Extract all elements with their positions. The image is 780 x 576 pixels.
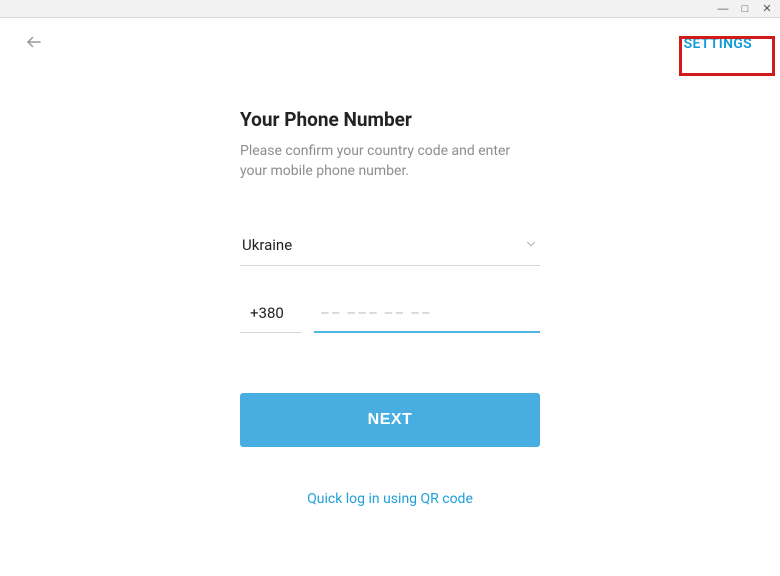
country-selected-label: Ukraine xyxy=(242,236,292,254)
top-bar: SETTINGS xyxy=(0,18,780,70)
login-form: Your Phone Number Please confirm your co… xyxy=(240,108,540,507)
arrow-left-icon xyxy=(25,33,43,55)
phone-number-input[interactable] xyxy=(314,298,540,333)
window-maximize-button[interactable]: □ xyxy=(738,2,752,16)
back-button[interactable] xyxy=(20,30,48,58)
country-code-input[interactable] xyxy=(240,298,302,333)
window-minimize-button[interactable]: — xyxy=(716,2,730,16)
qr-login-link[interactable]: Quick log in using QR code xyxy=(240,491,540,507)
next-button[interactable]: NEXT xyxy=(240,393,540,447)
window-close-button[interactable]: ✕ xyxy=(760,2,774,16)
window-titlebar: — □ ✕ xyxy=(0,0,780,18)
page-title: Your Phone Number xyxy=(240,108,540,131)
page-subtitle: Please confirm your country code and ent… xyxy=(240,141,540,182)
chevron-down-icon xyxy=(524,236,538,255)
country-select[interactable]: Ukraine xyxy=(240,230,540,266)
phone-row xyxy=(240,298,540,333)
settings-button[interactable]: SETTINGS xyxy=(670,28,766,60)
